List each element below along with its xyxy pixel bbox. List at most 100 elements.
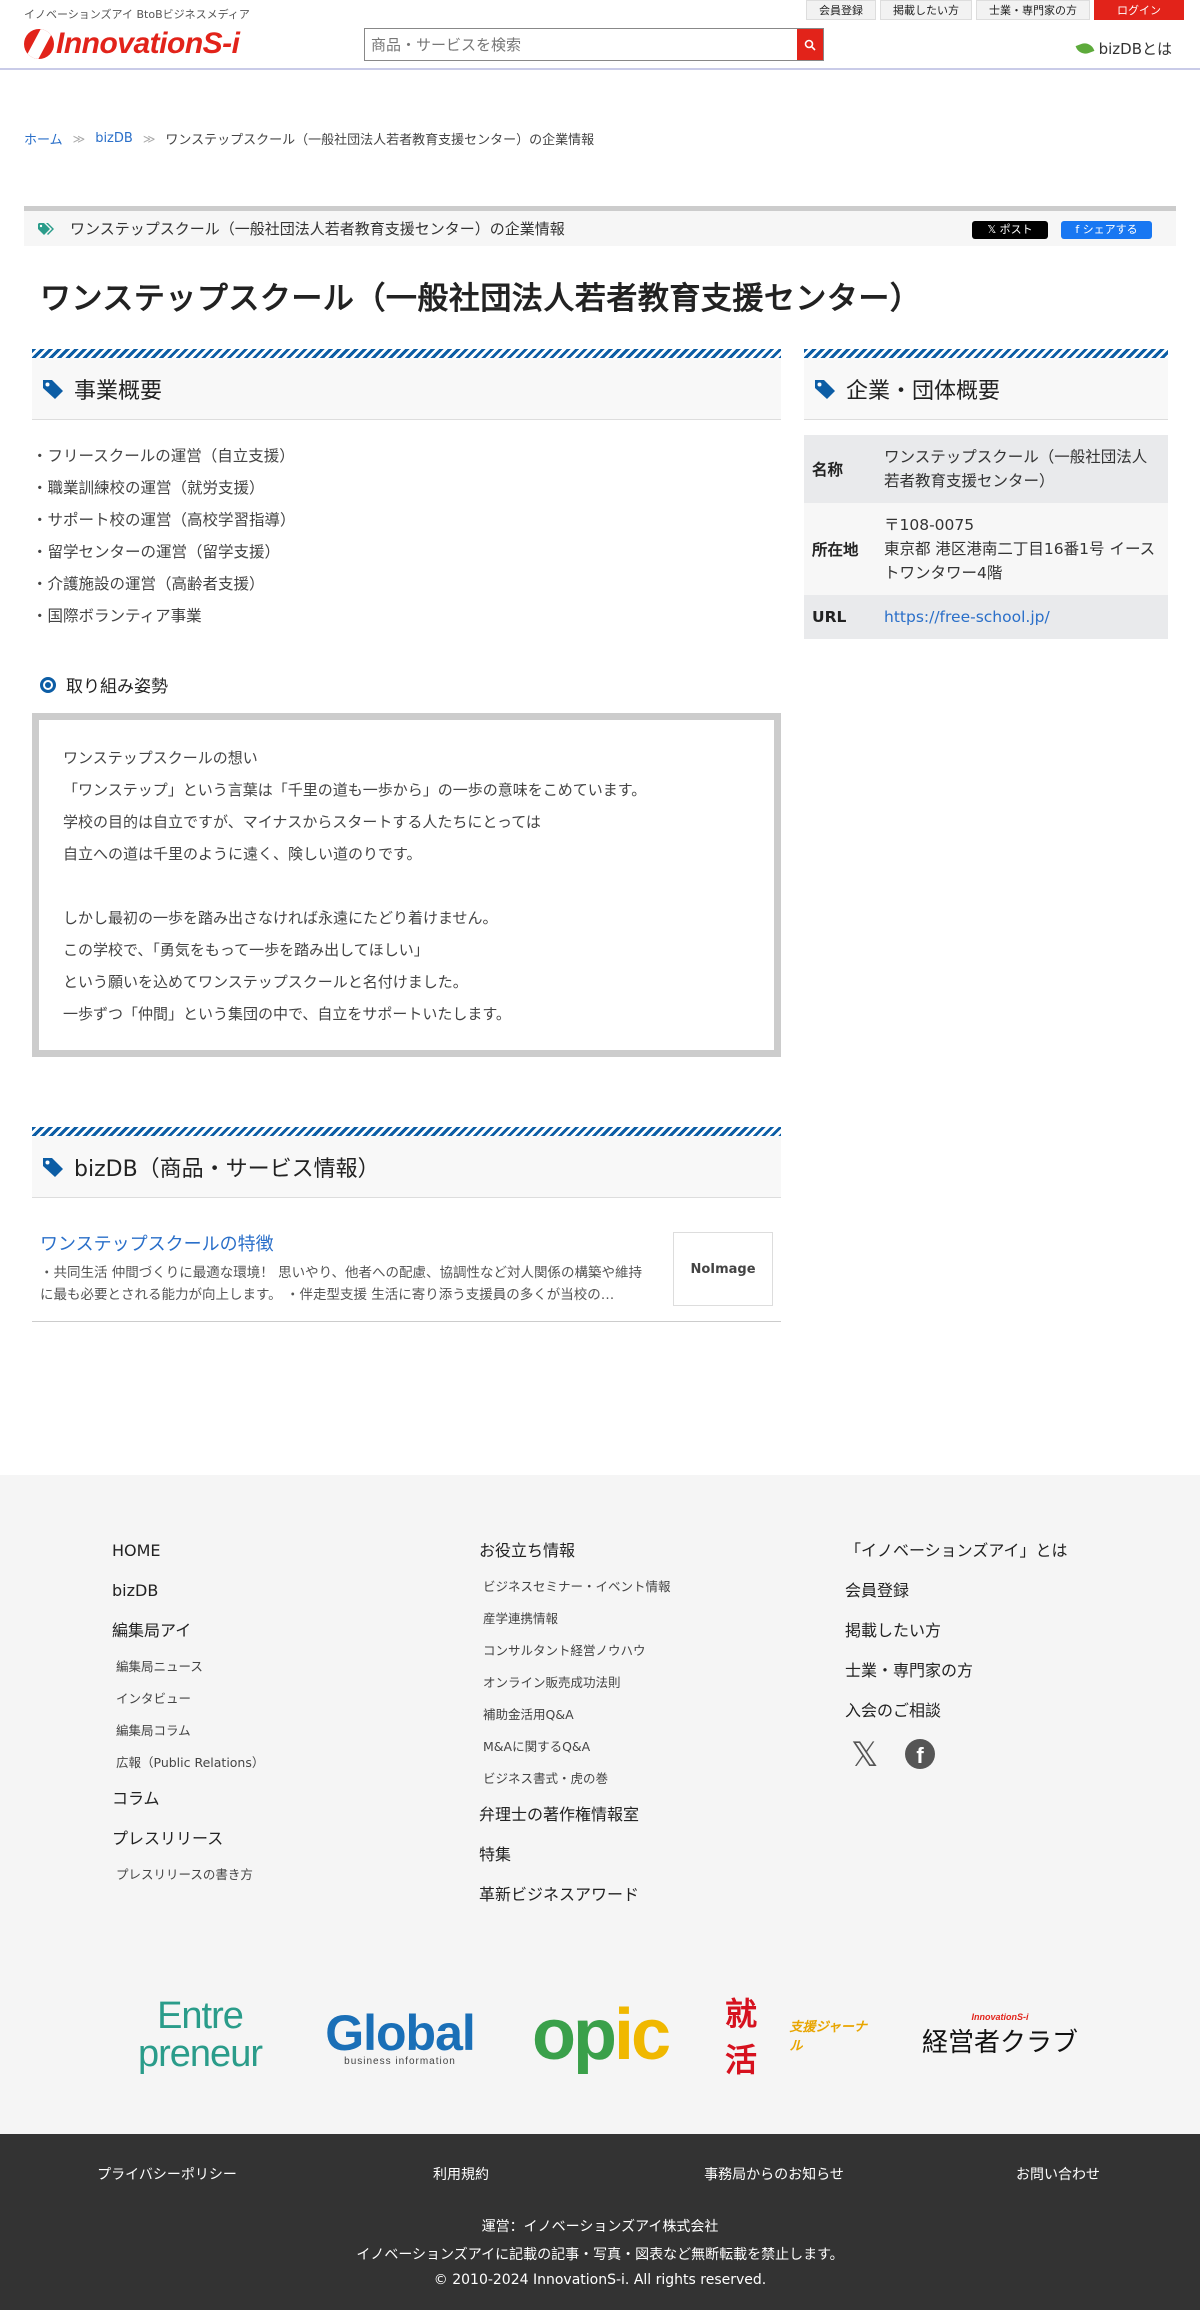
global-logo-sub: business information bbox=[344, 2055, 456, 2067]
bizdb-about-link[interactable]: bizDBとは bbox=[1075, 38, 1172, 59]
footer-sublink[interactable]: 産学連携情報 bbox=[479, 1603, 671, 1635]
approach-line: 一歩ずつ「仲間」という集団の中で、自立をサポートいたします。 bbox=[63, 1005, 511, 1023]
breadcrumb-separator-icon: ≫ bbox=[142, 131, 156, 146]
approach-line: この学校で、「勇気をもって一歩を踏み出してほしい」 bbox=[63, 941, 429, 959]
product-card[interactable]: ワンステップスクールの特徴 ・共同生活 仲間づくりに最適な環境！ 思いやり、他者… bbox=[32, 1198, 781, 1322]
footer-sublink[interactable]: オンライン販売成功法則 bbox=[479, 1667, 671, 1699]
register-link[interactable]: 会員登録 bbox=[806, 0, 876, 20]
target-icon bbox=[40, 676, 56, 693]
professionals-link[interactable]: 士業・専門家の方 bbox=[976, 0, 1090, 20]
footer-link-press[interactable]: プレスリリース bbox=[112, 1819, 264, 1859]
footer-link-professionals[interactable]: 士業・専門家の方 bbox=[845, 1651, 1068, 1691]
table-row: 名称 ワンステップスクール（一般社団法人若者教育支援センター） bbox=[804, 435, 1168, 503]
login-button[interactable]: ログイン bbox=[1094, 0, 1184, 20]
section-title: 企業・団体概要 bbox=[846, 378, 1001, 404]
footer-column-1: HOME bizDB 編集局アイ 編集局ニュース インタビュー 編集局コラム 広… bbox=[112, 1531, 264, 1891]
search-button[interactable] bbox=[797, 29, 823, 60]
footer-sublink[interactable]: 編集局ニュース bbox=[112, 1651, 264, 1683]
x-share-button[interactable]: 𝕏 ポスト bbox=[972, 221, 1048, 239]
footer-link-register[interactable]: 会員登録 bbox=[845, 1571, 1068, 1611]
contact-link[interactable]: お問い合わせ bbox=[1016, 2164, 1100, 2184]
copy-notice: イノベーションズアイに記載の記事・写真・図表など無断転載を禁止します。 bbox=[356, 2247, 844, 2263]
footer-column-3: 「イノベーションズアイ」とは 会員登録 掲載したい方 士業・専門家の方 入会のご… bbox=[845, 1531, 1068, 1772]
approach-line bbox=[63, 870, 750, 902]
shukatsu-logo-sub: 支援ジャーナル bbox=[789, 2020, 867, 2054]
footer-link-listing[interactable]: 掲載したい方 bbox=[845, 1611, 1068, 1651]
profile-label: URL bbox=[804, 595, 884, 639]
footer-link-home[interactable]: HOME bbox=[112, 1531, 264, 1571]
footer-link-column[interactable]: コラム bbox=[112, 1779, 264, 1819]
tags-icon bbox=[38, 222, 54, 235]
entrepreneur-logo[interactable]: Entre preneur bbox=[120, 1985, 280, 2085]
opic-logo[interactable]: op ic bbox=[520, 1985, 680, 2085]
footer-sublink[interactable]: 広報（Public Relations） bbox=[112, 1747, 264, 1779]
site-logo[interactable]: InnovationS-i bbox=[24, 26, 240, 62]
facebook-icon[interactable]: f bbox=[905, 1739, 935, 1769]
table-row: 所在地 〒108-0075 東京都 港区港南二丁目16番1号 イーストワンタワー… bbox=[804, 503, 1168, 595]
footer-link-bizdb[interactable]: bizDB bbox=[112, 1571, 264, 1611]
list-item: ・サポート校の運営（高校学習指導） bbox=[32, 511, 296, 529]
search-input[interactable] bbox=[365, 29, 797, 60]
product-thumbnail: NoImage bbox=[673, 1232, 773, 1306]
approach-line: しかし最初の一歩を踏み出さなければ永遠にたどり着けません。 bbox=[63, 909, 498, 927]
business-list: ・フリースクールの運営（自立支援） ・職業訓練校の運営（就労支援） ・サポート校… bbox=[32, 440, 781, 632]
breadcrumb-home[interactable]: ホーム bbox=[24, 129, 63, 148]
keieisha-club-logo[interactable]: InnovationS-i 経営者クラブ bbox=[920, 1985, 1080, 2085]
table-row: URL https://free-school.jp/ bbox=[804, 595, 1168, 639]
top-nav: 会員登録 掲載したい方 士業・専門家の方 ログイン bbox=[806, 0, 1184, 20]
logo-text: InnovationS-i bbox=[56, 27, 240, 60]
notices-link[interactable]: 事務局からのお知らせ bbox=[704, 2164, 844, 2184]
profile-label: 名称 bbox=[804, 435, 884, 503]
breadcrumb: ホーム ≫ bizDB ≫ ワンステップスクール（一般社団法人若者教育支援センタ… bbox=[24, 129, 594, 148]
product-title-link[interactable]: ワンステップスクールの特徴 bbox=[40, 1230, 274, 1256]
leaf-icon bbox=[1075, 40, 1094, 57]
footer-link-consult[interactable]: 入会のご相談 bbox=[845, 1691, 1068, 1731]
footer-sublink[interactable]: ビジネスセミナー・イベント情報 bbox=[479, 1571, 671, 1603]
x-icon[interactable]: 𝕏 bbox=[851, 1738, 883, 1772]
company-url-link[interactable]: https://free-school.jp/ bbox=[884, 608, 1050, 626]
tag-icon bbox=[815, 379, 835, 399]
approach-line: という願いを込めてワンステップスクールと名付けました。 bbox=[63, 973, 468, 991]
listing-link[interactable]: 掲載したい方 bbox=[880, 0, 972, 20]
footer-link-about[interactable]: 「イノベーションズアイ」とは bbox=[845, 1531, 1068, 1571]
footer-sublink[interactable]: インタビュー bbox=[112, 1683, 264, 1715]
site-tagline: イノベーションズアイ BtoBビジネスメディア bbox=[24, 8, 250, 21]
footer-sublink[interactable]: 編集局コラム bbox=[112, 1715, 264, 1747]
footer-column-2: お役立ち情報 ビジネスセミナー・イベント情報 産学連携情報 コンサルタント経営ノ… bbox=[479, 1531, 671, 1915]
global-logo[interactable]: Global business information bbox=[320, 1985, 480, 2085]
list-item: ・職業訓練校の運営（就労支援） bbox=[32, 479, 265, 497]
footer-sublink[interactable]: プレスリリースの書き方 bbox=[112, 1859, 264, 1891]
approach-box: ワンステップスクールの想い 「ワンステップ」という言葉は「千里の道も一歩から」の… bbox=[32, 713, 781, 1057]
privacy-policy-link[interactable]: プライバシーポリシー bbox=[97, 2164, 237, 2184]
profile-value: 〒108-0075 東京都 港区港南二丁目16番1号 イーストワンタワー4階 bbox=[884, 503, 1168, 595]
footer-link-patent[interactable]: 弁理士の著作権情報室 bbox=[479, 1795, 671, 1835]
section-head: 企業・団体概要 bbox=[804, 358, 1168, 420]
shukatsu-logo[interactable]: 就活 支援ジャーナル bbox=[725, 1985, 875, 2085]
operator-text: 運営：イノベーションズアイ株式会社 bbox=[481, 2219, 719, 2235]
global-logo-text: Global bbox=[325, 2004, 476, 2061]
footer-sublink[interactable]: 補助金活用Q&A bbox=[479, 1699, 671, 1731]
breadcrumb-separator-icon: ≫ bbox=[72, 131, 86, 146]
footer-link-editorial[interactable]: 編集局アイ bbox=[112, 1611, 264, 1651]
footer-sublink[interactable]: M&Aに関するQ&A bbox=[479, 1731, 671, 1763]
footer-sublink[interactable]: ビジネス書式・虎の巻 bbox=[479, 1763, 671, 1795]
search-bar bbox=[364, 28, 824, 61]
breadcrumb-bizdb[interactable]: bizDB bbox=[95, 131, 133, 146]
keieisha-club-logo-text: 経営者クラブ bbox=[921, 2027, 1078, 2058]
logo-mark-icon bbox=[24, 29, 54, 59]
footer-sublink[interactable]: コンサルタント経営ノウハウ bbox=[479, 1635, 671, 1667]
section-stripe bbox=[32, 1127, 781, 1136]
tag-icon bbox=[43, 1157, 63, 1177]
business-section: 事業概要 ・フリースクールの運営（自立支援） ・職業訓練校の運営（就労支援） ・… bbox=[32, 349, 781, 1057]
terms-link[interactable]: 利用規約 bbox=[433, 2164, 489, 2184]
footer-link-feature[interactable]: 特集 bbox=[479, 1835, 671, 1875]
section-title: bizDB（商品・サービス情報） bbox=[74, 1156, 380, 1182]
profile-section: 企業・団体概要 名称 ワンステップスクール（一般社団法人若者教育支援センター） … bbox=[804, 349, 1168, 639]
facebook-share-button[interactable]: f シェアする bbox=[1061, 221, 1152, 239]
footer-link-useful-info[interactable]: お役立ち情報 bbox=[479, 1531, 671, 1571]
shukatsu-logo-main: 就活 bbox=[725, 1995, 758, 2079]
footer-link-award[interactable]: 革新ビジネスアワード bbox=[479, 1875, 671, 1915]
bizdb-section: bizDB（商品・サービス情報） ワンステップスクールの特徴 ・共同生活 仲間づ… bbox=[32, 1127, 781, 1322]
opic-logo-yellow: ic bbox=[613, 1995, 671, 2075]
profile-value: https://free-school.jp/ bbox=[884, 595, 1168, 639]
